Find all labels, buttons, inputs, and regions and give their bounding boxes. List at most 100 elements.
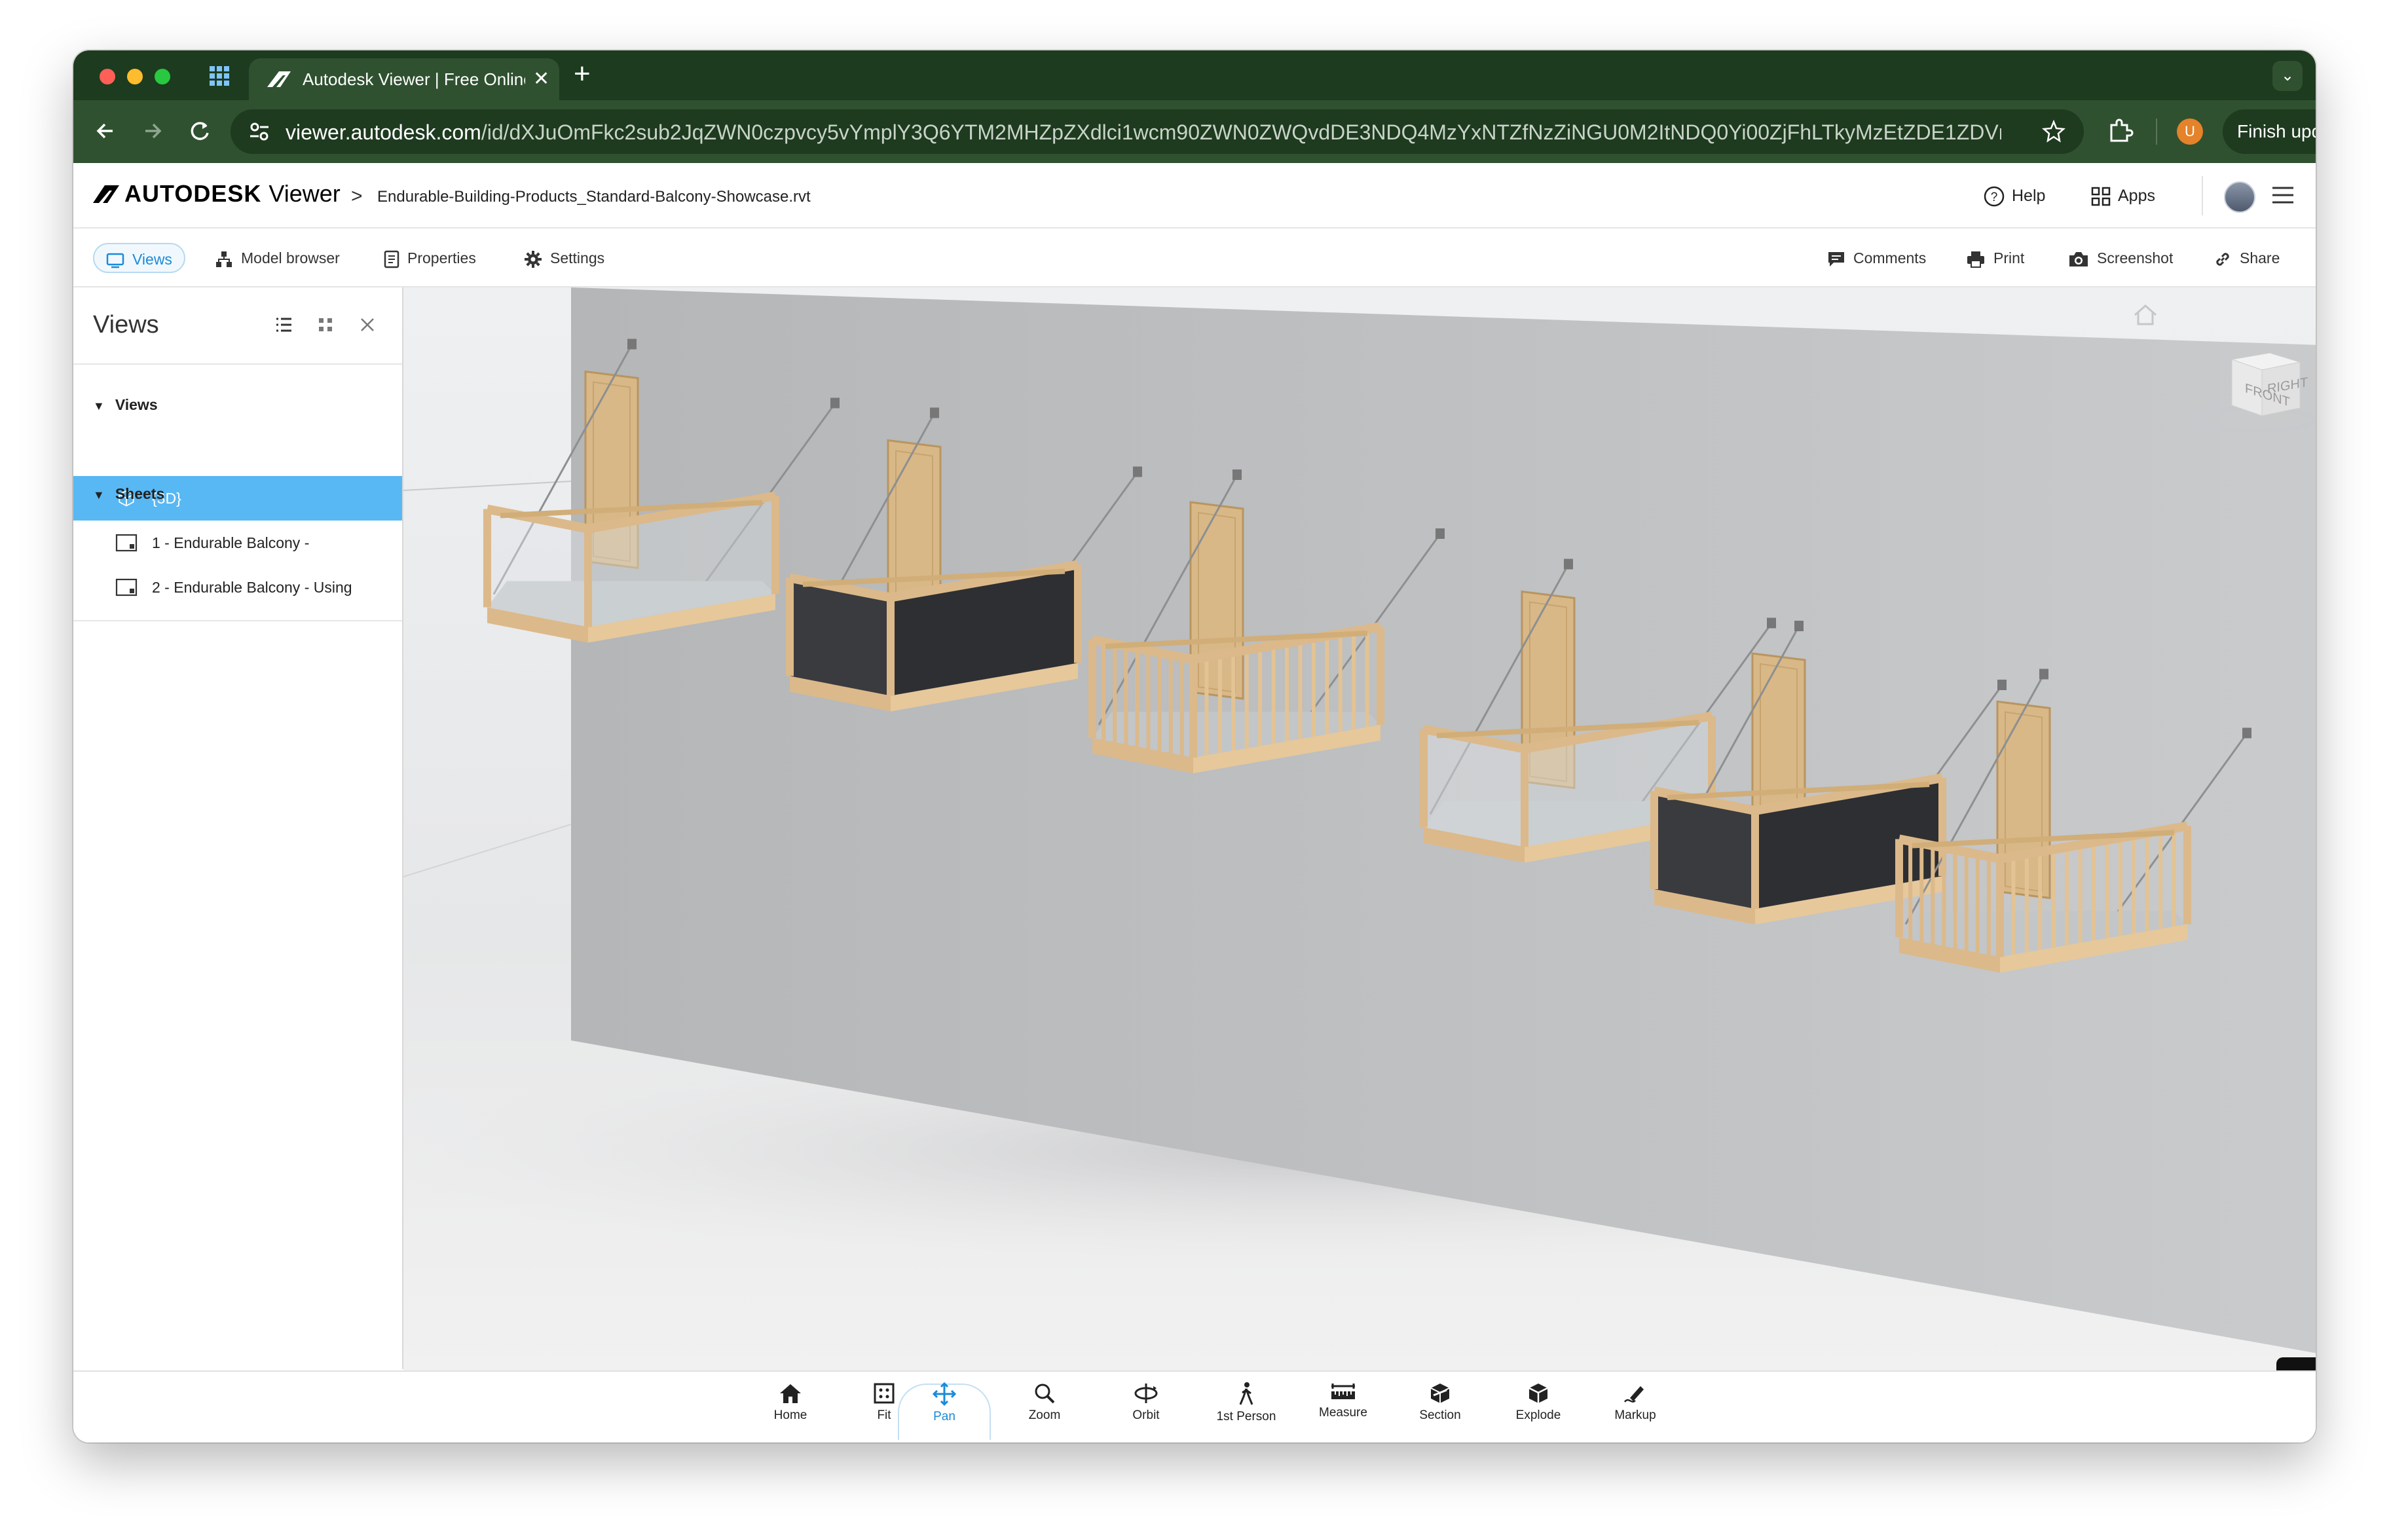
viewcube-navigation[interactable]: FRONT RIGHT (2185, 340, 2316, 438)
url-field[interactable]: viewer.autodesk.com/id/dXJuOmFkc2sub2JqZ… (231, 109, 2084, 154)
breadcrumb-chevron-icon: > (351, 185, 363, 207)
autodesk-logo-icon (93, 185, 119, 203)
browser-tab-autodesk-viewer[interactable]: Autodesk Viewer | Free Online ✕ (249, 58, 559, 100)
sheets-group-header[interactable]: ▼ Sheets (93, 485, 164, 503)
close-panel-icon[interactable] (358, 315, 377, 335)
sheet-item-1[interactable]: 1 - Endurable Balcony - (73, 521, 402, 565)
list-view-icon[interactable] (274, 315, 293, 335)
navigation-toolbar: Home Fit Pan Zoom Orbit 1st Person Measu… (73, 1370, 2316, 1442)
pan-arrows-icon (933, 1382, 956, 1406)
zoom-tool-button[interactable]: Zoom (1009, 1382, 1081, 1435)
announcement-megaphone-icon[interactable] (2276, 1357, 2316, 1370)
new-tab-button[interactable]: + (574, 60, 591, 88)
site-info-icon[interactable] (248, 120, 271, 143)
fit-to-view-icon (874, 1383, 895, 1404)
sheet-icon (115, 578, 138, 596)
orbit-tool-button[interactable]: Orbit (1110, 1382, 1182, 1435)
apps-button[interactable]: Apps (2090, 183, 2155, 209)
cable-anchor (2242, 727, 2251, 739)
tab-title: Autodesk Viewer | Free Online (303, 69, 525, 89)
printer-icon (1967, 251, 1984, 268)
sheet-item-2[interactable]: 2 - Endurable Balcony - Using (73, 565, 402, 610)
finish-update-button[interactable]: Finish update ⋮ (2223, 109, 2316, 154)
measure-tool-button[interactable]: Measure (1307, 1382, 1379, 1435)
app-header: AUTODESK Viewer > Endurable-Building-Pro… (73, 163, 2316, 229)
screenshot-button[interactable]: Screenshot (2068, 243, 2173, 273)
browser-address-bar: viewer.autodesk.com/id/dXJuOmFkc2sub2JqZ… (73, 100, 2316, 163)
orbit-icon (1134, 1384, 1158, 1403)
section-tool-button[interactable]: Section (1404, 1382, 1476, 1435)
tab-settings[interactable]: Settings (524, 243, 604, 273)
sheet-icon (115, 534, 138, 552)
help-icon: ? (1984, 187, 2005, 207)
grid-view-icon[interactable] (316, 315, 335, 335)
extensions-puzzle-icon[interactable] (2106, 116, 2135, 145)
cable-anchor (930, 407, 939, 418)
properties-document-icon (384, 250, 399, 268)
profile-avatar[interactable]: U (2177, 119, 2203, 145)
collapse-triangle-icon: ▼ (93, 399, 105, 412)
bookmark-star-icon[interactable] (2042, 120, 2065, 143)
tab-search-chevron-icon[interactable]: ⌄ (2272, 61, 2303, 91)
first-person-tool-button[interactable]: 1st Person (1210, 1382, 1282, 1435)
walking-person-icon (1239, 1382, 1253, 1405)
home-icon (780, 1384, 801, 1403)
cable-anchor (2039, 669, 2048, 680)
cable-anchor (1794, 621, 1804, 631)
share-button[interactable]: Share (2213, 243, 2280, 273)
print-button[interactable]: Print (1966, 243, 2024, 273)
comments-button[interactable]: Comments (1827, 243, 1926, 273)
cable-anchor (1767, 617, 1776, 629)
home-tool-button[interactable]: Home (754, 1382, 826, 1435)
window-minimize-button[interactable] (127, 69, 143, 84)
balcony-model-render[interactable] (403, 287, 2316, 1370)
tab-close-icon[interactable]: ✕ (533, 67, 549, 90)
cable-anchor (830, 397, 840, 409)
3d-viewport-canvas[interactable]: FRONT RIGHT (403, 287, 2316, 1370)
cable-anchor (1133, 466, 1142, 477)
cable-anchor (1997, 680, 2007, 690)
explode-tool-button[interactable]: Explode (1502, 1382, 1574, 1435)
svg-text:?: ? (1991, 191, 1998, 204)
zoom-magnifier-icon (1035, 1384, 1055, 1404)
tab-model-browser[interactable]: Model browser (215, 243, 340, 273)
apps-grid-icon (2091, 187, 2111, 206)
markup-tool-button[interactable]: Markup (1599, 1382, 1671, 1435)
sheet-item-label: 2 - Endurable Balcony - Using (152, 579, 352, 596)
tab-views[interactable]: Views (93, 243, 185, 273)
views-group-header[interactable]: ▼ Views (93, 396, 158, 414)
user-avatar[interactable] (2224, 181, 2255, 213)
model-browser-tree-icon (216, 251, 232, 267)
header-divider (2202, 176, 2203, 215)
cable-anchor (1564, 559, 1573, 570)
url-text: viewer.autodesk.com/id/dXJuOmFkc2sub2JqZ… (286, 120, 2001, 144)
section-box-icon (1430, 1384, 1450, 1403)
breadcrumb-filename: Endurable-Building-Products_Standard-Bal… (377, 188, 811, 206)
sheet-item-label: 1 - Endurable Balcony - (152, 534, 310, 551)
cable-anchor (1435, 528, 1445, 539)
app-logo-text[interactable]: AUTODESK Viewer (124, 180, 341, 208)
browser-tab-bar: Autodesk Viewer | Free Online ✕ + ⌄ (73, 50, 2316, 100)
back-arrow-icon[interactable] (90, 116, 120, 146)
explode-cube-icon (1528, 1384, 1548, 1403)
forward-arrow-icon[interactable] (138, 116, 168, 146)
help-button[interactable]: ? Help (1983, 183, 2045, 209)
pan-tool-button[interactable]: Pan (908, 1382, 980, 1435)
tab-properties[interactable]: Properties (384, 243, 476, 273)
window-close-button[interactable] (100, 69, 115, 84)
tab-groups-icon[interactable] (208, 65, 231, 87)
hamburger-menu-icon[interactable] (2271, 185, 2295, 205)
reload-icon[interactable] (185, 116, 215, 146)
views-monitor-icon (106, 253, 124, 268)
toolbar-divider (2156, 119, 2157, 145)
viewcube-home-icon[interactable] (2132, 303, 2158, 327)
markup-pen-icon (1624, 1386, 1644, 1402)
cable-anchor (627, 339, 637, 350)
window-zoom-button[interactable] (155, 69, 170, 84)
settings-gear-icon (525, 250, 542, 268)
share-link-icon (2216, 253, 2229, 266)
finish-update-label: Finish update (2237, 121, 2316, 141)
panel-divider (73, 620, 402, 621)
measure-ruler-icon (1331, 1384, 1355, 1399)
cable-anchor (1232, 469, 1242, 480)
